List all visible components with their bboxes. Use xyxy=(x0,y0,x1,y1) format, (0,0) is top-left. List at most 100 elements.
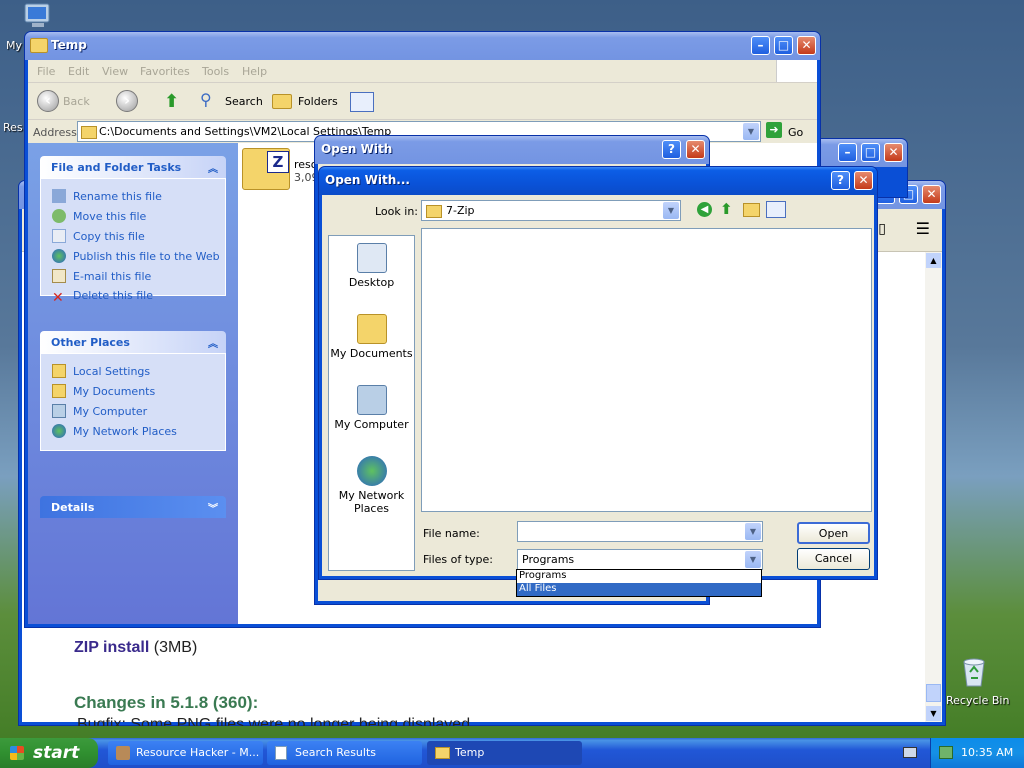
minimize-button-2[interactable]: – xyxy=(838,143,857,162)
task-copy[interactable]: Copy this file xyxy=(52,229,145,243)
close-button-2[interactable]: ✕ xyxy=(884,143,903,162)
file-list[interactable] xyxy=(421,228,872,512)
files-of-type-dropdown-arrow[interactable]: ▼ xyxy=(745,551,761,568)
forward-arrow-icon[interactable]: › xyxy=(116,90,138,112)
place-my-documents-label: My Documents xyxy=(330,347,413,360)
network-tray-icon[interactable] xyxy=(939,746,953,759)
explorer-close-button[interactable]: ✕ xyxy=(797,36,816,55)
place-desktop[interactable]: Desktop xyxy=(329,243,414,289)
go-button-label[interactable]: Go xyxy=(788,126,803,139)
cancel-button[interactable]: Cancel xyxy=(797,548,870,570)
place-my-documents-label: My Documents xyxy=(73,385,156,398)
details-header[interactable]: Details ︾ xyxy=(40,496,226,518)
look-in-combo[interactable]: 7-Zip ▼ xyxy=(421,200,681,221)
dialog-close-button[interactable]: ✕ xyxy=(854,171,873,190)
task-publish[interactable]: Publish this file to the Web xyxy=(52,249,220,263)
file-name-label: File name: xyxy=(423,527,480,540)
menu-file[interactable]: File xyxy=(37,65,55,78)
search-icon[interactable]: ⚲ xyxy=(200,90,212,109)
zip-install-link[interactable]: ZIP install xyxy=(74,639,149,656)
task-move[interactable]: Move this file xyxy=(52,209,146,223)
explorer-maximize-button[interactable]: □ xyxy=(774,36,793,55)
explorer-menubar: File Edit View Favorites Tools Help xyxy=(28,60,817,83)
system-tray: 10:35 AM xyxy=(930,738,1024,768)
task-rename[interactable]: Rename this file xyxy=(52,189,162,203)
menu-edit[interactable]: Edit xyxy=(68,65,89,78)
place-my-documents[interactable]: My Documents xyxy=(52,384,155,398)
place-network[interactable]: My Network Places xyxy=(52,424,177,438)
new-folder-icon[interactable] xyxy=(743,203,760,217)
taskbar-item-resource-hacker[interactable]: Resource Hacker - M... xyxy=(108,741,263,765)
menu-tools[interactable]: Tools xyxy=(202,65,229,78)
windows-logo-icon xyxy=(776,60,817,82)
collapse-chevron-icon[interactable]: ︽ xyxy=(208,160,218,175)
menu-help[interactable]: Help xyxy=(242,65,267,78)
up-one-level-icon[interactable]: ⬆ xyxy=(720,200,733,218)
folders-button-label[interactable]: Folders xyxy=(298,95,338,108)
go-arrow-icon[interactable]: ➜ xyxy=(766,122,782,138)
recycle-bin-label: Recycle Bin xyxy=(946,694,1010,707)
open-with-outer-titlebar[interactable]: Open With xyxy=(315,136,709,164)
open-with-dialog[interactable]: Open With... ? ✕ Look in: 7-Zip ▼ ◀ ⬆ De… xyxy=(318,166,878,580)
recycle-bin-desktop-icon[interactable] xyxy=(958,656,990,688)
type-option-all-files[interactable]: All Files xyxy=(517,583,761,596)
my-documents-icon xyxy=(356,314,387,344)
files-of-type-select[interactable]: Programs ▼ xyxy=(517,549,763,570)
address-folder-icon xyxy=(81,126,97,139)
taskbar-item-label: Search Results xyxy=(295,746,377,759)
my-computer-desktop-icon[interactable] xyxy=(22,2,54,32)
back-button-label[interactable]: Back xyxy=(63,95,90,108)
file-tasks-body: Rename this file Move this file Copy thi… xyxy=(40,178,226,305)
explorer-minimize-button[interactable]: – xyxy=(751,36,770,55)
place-network[interactable]: My Network Places xyxy=(329,456,414,515)
place-local-settings[interactable]: Local Settings xyxy=(52,364,150,378)
explorer-titlebar[interactable]: Temp xyxy=(25,32,820,60)
my-documents-icon xyxy=(52,384,66,398)
views-icon[interactable] xyxy=(350,92,374,112)
maximize-button-2[interactable]: □ xyxy=(861,143,880,162)
outer-close-button[interactable]: ✕ xyxy=(686,140,705,159)
zip-install-size: (3MB) xyxy=(153,639,198,656)
address-dropdown-arrow[interactable]: ▼ xyxy=(743,123,759,140)
taskbar-item-temp[interactable]: Temp xyxy=(427,741,582,765)
task-delete[interactable]: ✕ Delete this file xyxy=(52,289,153,305)
search-button-label[interactable]: Search xyxy=(225,95,263,108)
file-name-input[interactable]: ▼ xyxy=(517,521,763,542)
file-name-dropdown-arrow[interactable]: ▼ xyxy=(745,523,761,540)
help-button[interactable]: ? xyxy=(662,140,681,159)
close-button[interactable]: ✕ xyxy=(922,185,941,204)
menu-icon[interactable]: ☰ xyxy=(916,219,930,238)
other-places-header[interactable]: Other Places ︽ xyxy=(40,331,226,353)
back-icon[interactable]: ◀ xyxy=(697,202,712,217)
scroll-down-arrow[interactable]: ▼ xyxy=(926,706,941,721)
up-folder-icon[interactable]: ⬆ xyxy=(164,91,182,112)
file-tasks-header[interactable]: File and Folder Tasks ︽ xyxy=(40,156,226,178)
place-my-documents[interactable]: My Documents xyxy=(329,314,414,360)
open-with-dialog-titlebar[interactable]: Open With... xyxy=(319,167,877,195)
back-arrow-icon[interactable]: ‹ xyxy=(37,90,59,112)
taskbar-item-search-results[interactable]: Search Results xyxy=(267,741,422,765)
scroll-thumb[interactable] xyxy=(926,684,941,702)
clock: 10:35 AM xyxy=(961,746,1014,759)
menu-view[interactable]: View xyxy=(102,65,128,78)
vertical-scrollbar[interactable]: ▲ ▼ xyxy=(925,252,942,722)
start-button[interactable]: start xyxy=(0,738,98,768)
open-with-outer-title: Open With xyxy=(321,142,393,156)
view-icon[interactable]: ▯ xyxy=(878,221,886,237)
place-my-computer[interactable]: My Computer xyxy=(52,404,147,418)
place-my-computer[interactable]: My Computer xyxy=(329,385,414,431)
scroll-up-arrow[interactable]: ▲ xyxy=(926,253,941,268)
keyboard-icon[interactable] xyxy=(903,747,917,758)
type-option-programs[interactable]: Programs xyxy=(517,570,761,583)
collapse-chevron-icon[interactable]: ︽ xyxy=(208,335,218,350)
task-email[interactable]: E-mail this file xyxy=(52,269,151,283)
expand-chevron-icon[interactable]: ︾ xyxy=(208,500,218,515)
view-menu-icon[interactable] xyxy=(766,201,786,218)
menu-favorites[interactable]: Favorites xyxy=(140,65,190,78)
dialog-help-button[interactable]: ? xyxy=(831,171,850,190)
look-in-dropdown-arrow[interactable]: ▼ xyxy=(663,202,679,219)
folders-icon[interactable] xyxy=(272,94,292,109)
open-button[interactable]: Open xyxy=(797,522,870,544)
place-my-computer-label: My Computer xyxy=(73,405,148,418)
folder-icon xyxy=(435,747,450,759)
